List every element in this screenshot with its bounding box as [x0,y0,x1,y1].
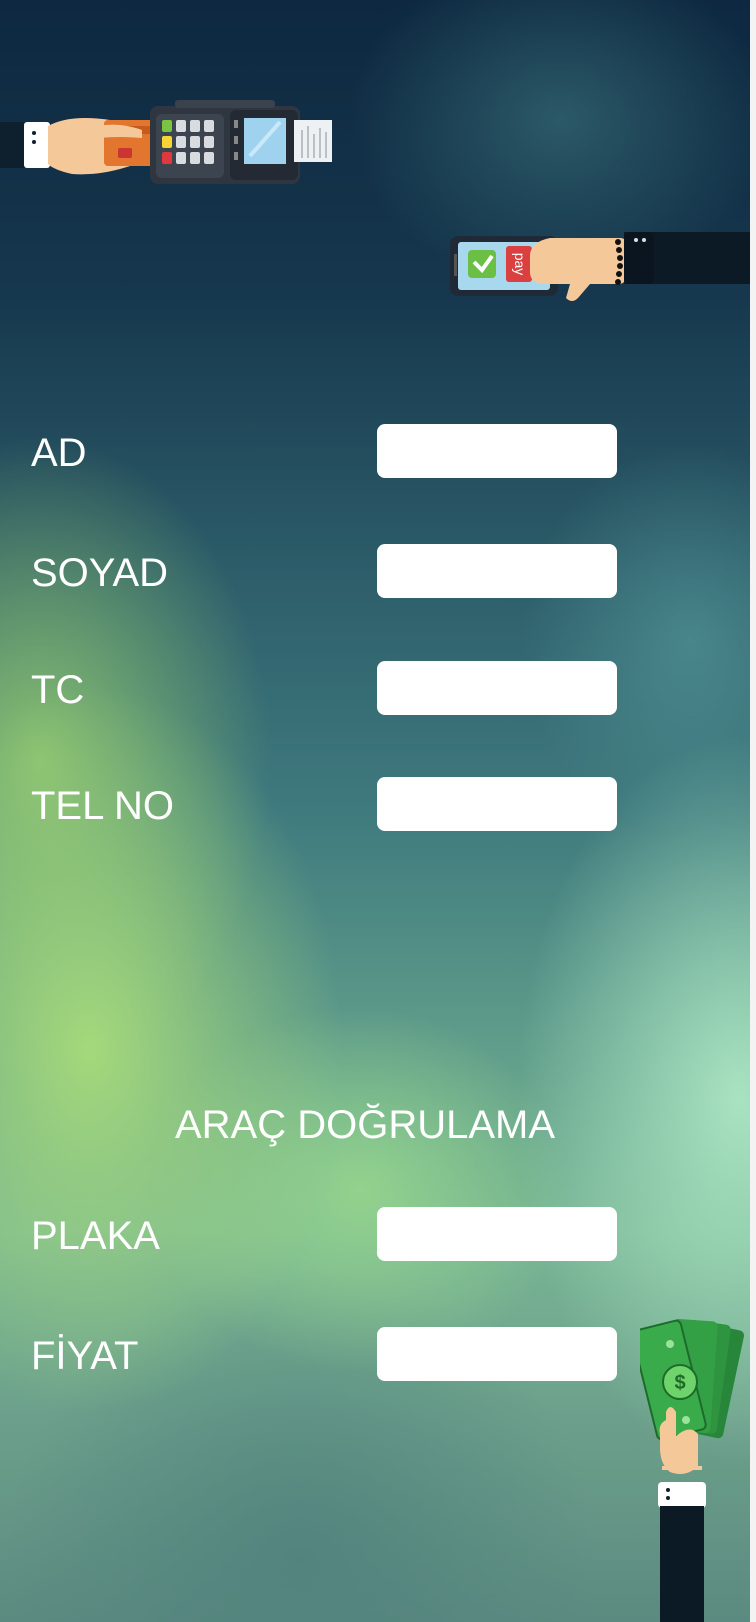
mobile-pay-icon: pay [450,232,750,301]
ad-label: AD [31,431,87,475]
vehicle-verification-title: ARAÇ DOĞRULAMA [174,1103,556,1147]
plaka-label: PLAKA [31,1214,160,1258]
soyad-label: SOYAD [31,551,169,595]
cash-hand-icon: $ [640,1318,745,1622]
soyad-input[interactable] [377,544,617,598]
tel-no-input[interactable] [377,777,617,831]
card-terminal-icon [0,100,332,184]
svg-text:$: $ [674,1372,685,1394]
tc-label: TC [31,668,85,712]
tel-no-label: TEL NO [31,784,174,828]
fiyat-label: FİYAT [31,1334,139,1378]
plaka-input[interactable] [377,1207,617,1261]
tc-input[interactable] [377,661,617,715]
fiyat-input[interactable] [377,1327,617,1381]
phone-screen-text: pay [512,253,528,276]
ad-input[interactable] [377,424,617,478]
app-screen: pay AD SOYAD TC TEL NO ARAÇ DOĞRULAMA PL… [0,0,750,1622]
